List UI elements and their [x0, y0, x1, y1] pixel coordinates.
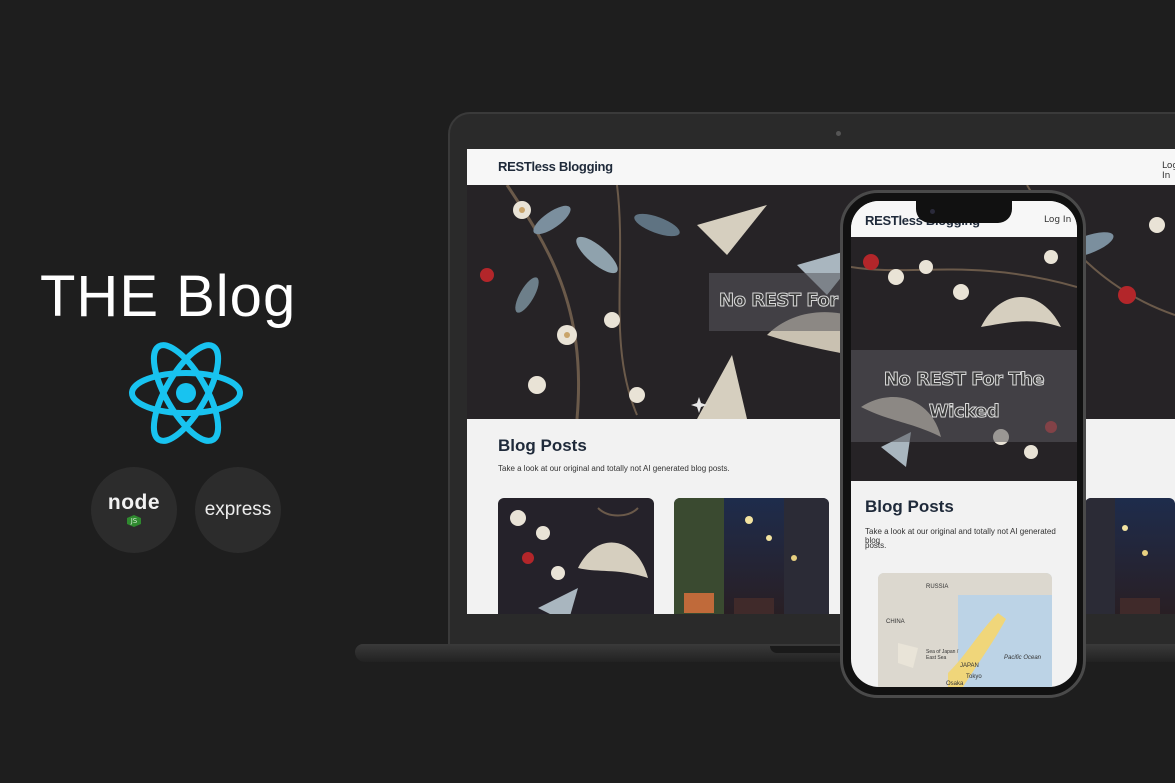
map-label-pacific: Pacific Ocean — [1004, 655, 1042, 661]
brand-title: THE Blog — [40, 264, 297, 329]
express-label: express — [204, 499, 272, 520]
site-navbar: RESTless Blogging Log In — [467, 149, 1175, 186]
map-artwork — [878, 573, 1052, 687]
map-label-tokyo: Tokyo — [966, 674, 982, 680]
phone-screen: RESTless Blogging Log In No REST For The… — [851, 201, 1077, 687]
react-icon — [129, 342, 243, 444]
nodejs-icon: node JS — [107, 491, 161, 527]
mobile-blog-posts-subtitle-line1: Take a look at our original and totally … — [865, 527, 1056, 545]
hero-title: No REST For — [719, 290, 839, 312]
mobile-hero-title-line2: Wicked — [928, 401, 1000, 423]
nodejs-badge: node JS — [91, 467, 177, 553]
blog-posts-subtitle: Take a look at our original and totally … — [498, 464, 730, 473]
map-label-sea: Sea of Japan / East Sea — [926, 649, 959, 661]
mobile-hero-banner: No REST For The Wicked — [851, 237, 1077, 481]
mobile-hero-title-overlay — [851, 350, 1077, 442]
blog-card-image[interactable] — [498, 498, 654, 614]
blog-card-image[interactable] — [1085, 498, 1175, 614]
laptop-camera — [836, 131, 841, 136]
mobile-blog-posts-subtitle-line2: posts. — [865, 541, 887, 550]
express-badge: express — [195, 467, 281, 553]
blog-card-artwork — [1085, 498, 1160, 614]
blog-posts-title: Blog Posts — [498, 436, 587, 455]
nodejs-sub-label: JS — [126, 515, 141, 527]
blog-card-map-image[interactable]: RUSSIA CHINA Sea of Japan / East Sea JAP… — [878, 573, 1052, 687]
nodejs-label: node — [107, 491, 161, 514]
blog-card-artwork — [674, 498, 829, 614]
mobile-blog-posts-title: Blog Posts — [865, 497, 954, 516]
login-link[interactable]: Log In — [1162, 161, 1175, 181]
phone-camera — [930, 209, 935, 214]
map-label-china: CHINA — [886, 619, 905, 625]
site-brand-link[interactable]: RESTless Blogging — [498, 159, 613, 174]
blog-card-artwork — [510, 507, 648, 614]
map-label-japan: JAPAN — [960, 663, 979, 669]
blog-card-image[interactable] — [674, 498, 829, 614]
map-label-osaka: Osaka — [946, 681, 964, 687]
mobile-hero-title-line1: No REST For The — [883, 369, 1045, 391]
mobile-login-link[interactable]: Log In — [1044, 215, 1071, 225]
map-label-russia: RUSSIA — [926, 584, 949, 590]
